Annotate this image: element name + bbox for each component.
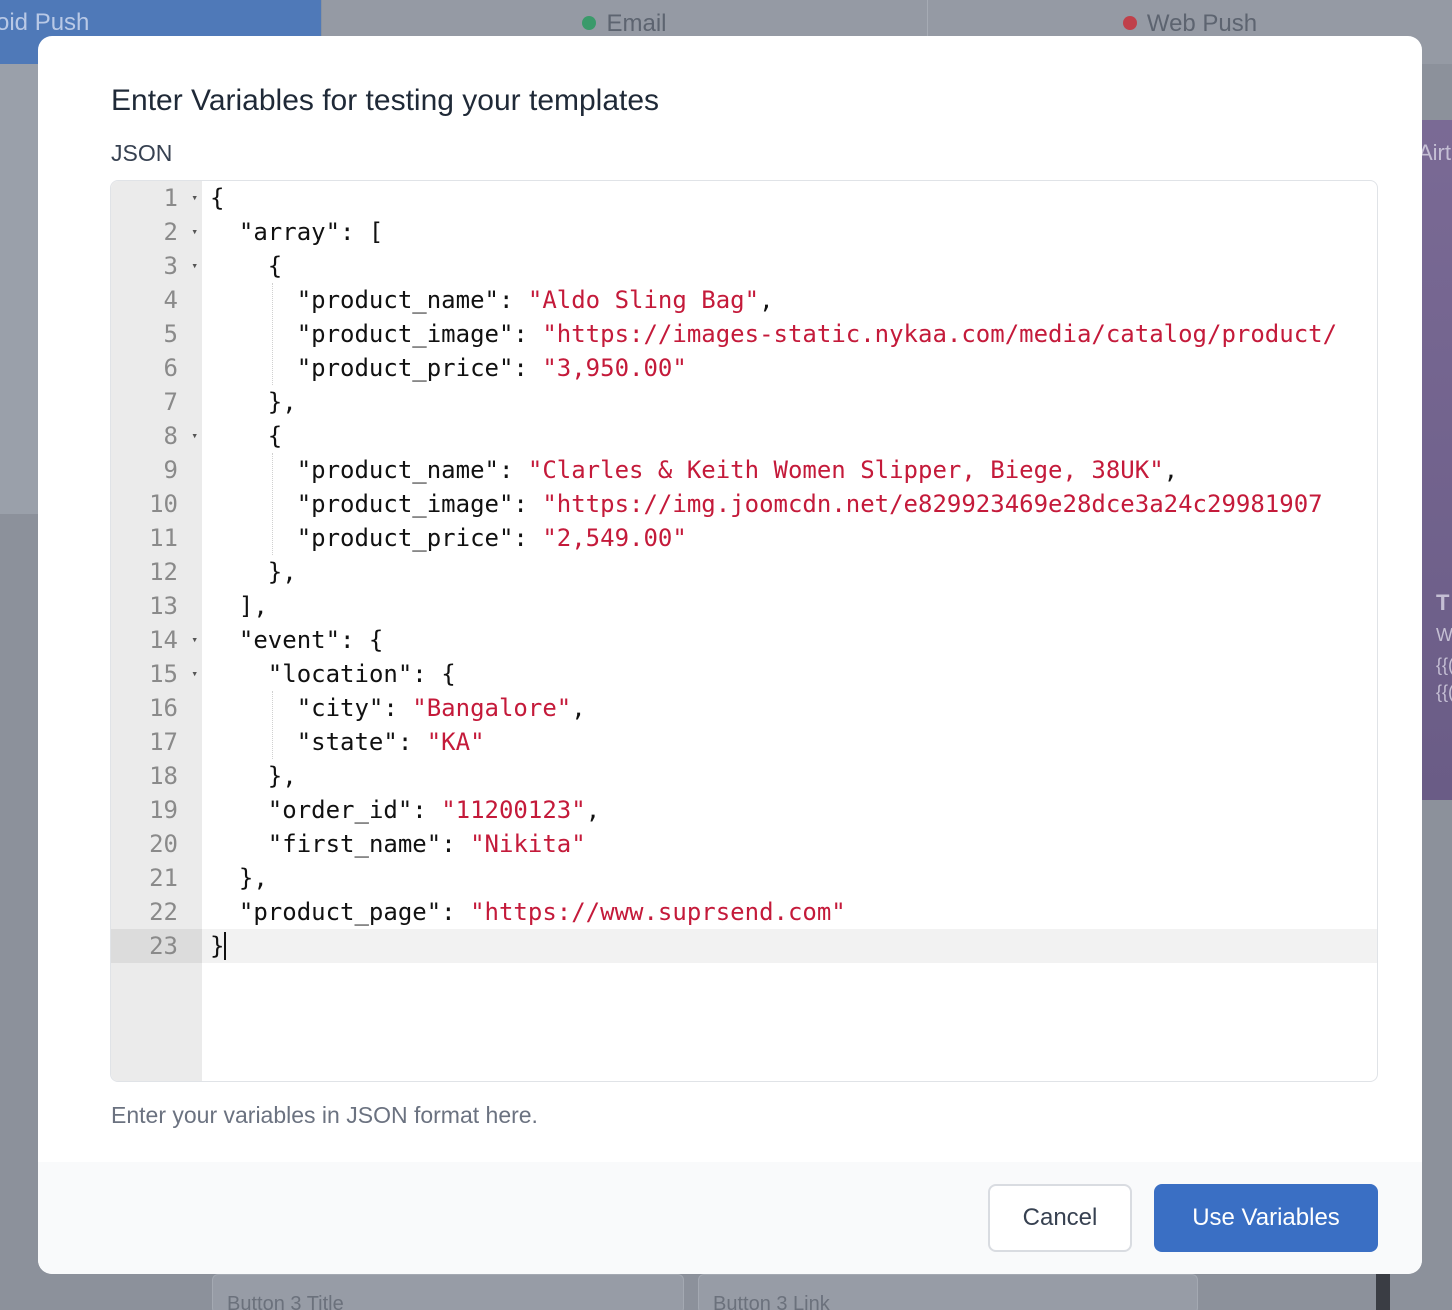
use-variables-button[interactable]: Use Variables — [1154, 1184, 1378, 1252]
line-number: 13 — [149, 592, 178, 620]
line-number: 21 — [149, 864, 178, 892]
code-line: ], — [238, 592, 268, 620]
code-line: "first_name": "Nikita" — [267, 830, 586, 858]
code-line: "product_page": "https://www.suprsend.co… — [238, 898, 846, 926]
line-number: 20 — [149, 830, 178, 858]
status-dot-icon — [1122, 16, 1137, 30]
button-3-link-field[interactable]: Button 3 Link — [698, 1274, 1198, 1310]
modal-footer: Cancel Use Variables — [38, 1162, 1422, 1274]
code-line: "product_image": "https://images-static.… — [296, 320, 1338, 348]
code-line: "product_name": "Clarles & Keith Women S… — [296, 456, 1179, 484]
preview-text: {{( — [1436, 682, 1452, 702]
line-number: 18 — [149, 762, 178, 790]
line-number: 2 ▾ — [111, 215, 202, 249]
button-3-title-field[interactable]: Button 3 Title — [212, 1274, 684, 1310]
fold-arrow-icon[interactable]: ▾ — [191, 215, 198, 249]
line-number: 9 — [163, 456, 178, 484]
status-dot-icon — [582, 16, 597, 30]
code-line: "product_price": "3,950.00" — [296, 354, 687, 382]
json-label: JSON — [111, 140, 173, 166]
fold-arrow-icon[interactable]: ▾ — [191, 181, 198, 215]
json-editor[interactable]: 1 ▾ 2 ▾ 3 ▾ 4 5 6 7 8 ▾ 9 10 11 12 13 14 ▾ 15 ▾ 16 17 18 19 20 21 2… — [110, 180, 1378, 1082]
line-number: 14 ▾ — [111, 623, 202, 657]
left-panel — [0, 64, 40, 514]
line-number: 15 ▾ — [111, 657, 202, 691]
line-number: 1 ▾ — [111, 181, 202, 215]
modal-title: Enter Variables for testing your templat… — [111, 84, 660, 117]
code-line: } — [202, 929, 1377, 963]
line-number: 8 ▾ — [111, 419, 202, 453]
fold-arrow-icon[interactable]: ▾ — [191, 419, 198, 453]
code-area[interactable]: { "array": [ { "product_name": "Aldo Sling … — [202, 181, 1377, 1081]
line-number: 7 — [163, 388, 178, 416]
line-number: 17 — [149, 728, 178, 756]
code-line: }, — [267, 388, 297, 416]
divider — [1376, 1270, 1390, 1310]
indent-guide — [271, 283, 273, 385]
code-line: }, — [267, 558, 297, 586]
code-line: }, — [267, 762, 297, 790]
code-line: { — [210, 184, 225, 212]
line-number: 12 — [149, 558, 178, 586]
line-number: 16 — [149, 694, 178, 722]
line-number: 6 — [163, 354, 178, 382]
code-line: "city": "Bangalore", — [296, 694, 586, 722]
preview-text: W — [1436, 625, 1452, 645]
fold-arrow-icon[interactable]: ▾ — [191, 657, 198, 691]
code-line: "state": "KA" — [296, 728, 485, 756]
fold-arrow-icon[interactable]: ▾ — [191, 623, 198, 657]
code-line: "order_id": "11200123", — [267, 796, 601, 824]
help-text: Enter your variables in JSON format here… — [111, 1102, 538, 1128]
preview-text: T — [1436, 590, 1450, 615]
line-number: 10 — [149, 490, 178, 518]
code-line: { — [267, 252, 283, 280]
indent-guide — [271, 453, 273, 555]
line-number: 22 — [149, 898, 178, 926]
code-line: "location": { — [267, 660, 456, 688]
line-number: 11 — [149, 524, 178, 552]
line-number: 3 ▾ — [111, 249, 202, 283]
line-number-gutter: 1 ▾ 2 ▾ 3 ▾ 4 5 6 7 8 ▾ 9 10 11 12 13 14 ▾ 15 ▾ 16 17 18 19 20 21 2… — [111, 181, 202, 1081]
code-line: { — [267, 422, 283, 450]
variables-modal: Enter Variables for testing your templat… — [38, 36, 1422, 1274]
code-line: "product_name": "Aldo Sling Bag", — [296, 286, 774, 314]
fold-arrow-icon[interactable]: ▾ — [191, 249, 198, 283]
phone-preview: Airt T W {{( {{( — [1418, 120, 1452, 800]
code-line: "array": [ — [238, 218, 384, 246]
indent-guide — [271, 691, 273, 759]
line-number: 5 — [163, 320, 178, 348]
code-line: "event": { — [238, 626, 384, 654]
code-line: "product_image": "https://img.joomcdn.ne… — [296, 490, 1323, 518]
line-number: 23 — [111, 929, 202, 963]
code-line: "product_price": "2,549.00" — [296, 524, 687, 552]
line-number: 19 — [149, 796, 178, 824]
preview-text: Airt — [1418, 140, 1451, 165]
cancel-button[interactable]: Cancel — [988, 1184, 1132, 1252]
line-number: 4 — [163, 286, 178, 314]
text-cursor — [224, 932, 227, 960]
preview-text: {{( — [1436, 655, 1452, 675]
code-line: }, — [238, 864, 268, 892]
